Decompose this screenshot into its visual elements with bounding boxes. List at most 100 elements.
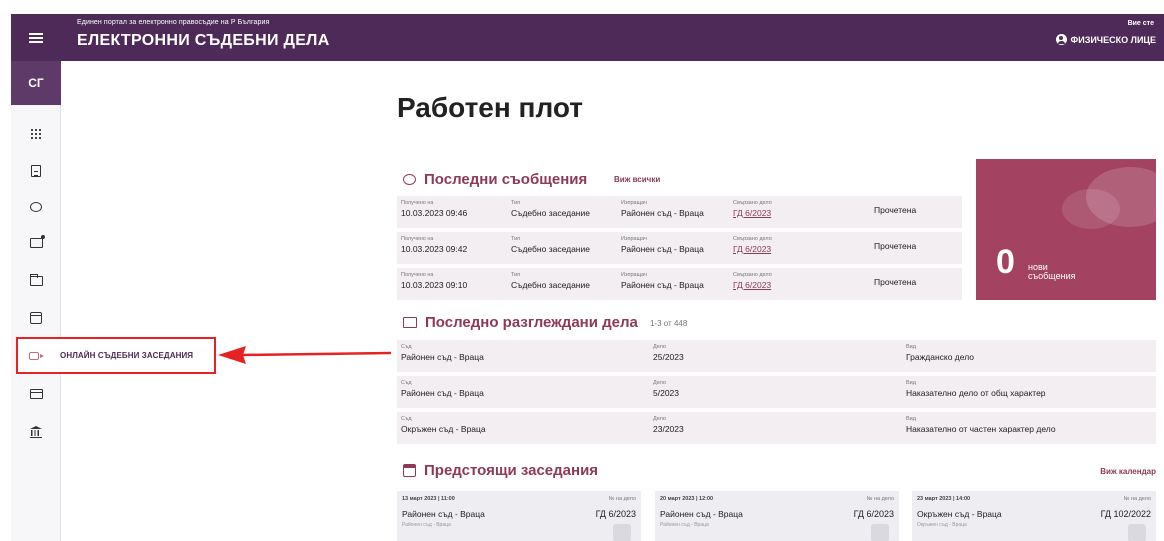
received-cell: Получено на 10.03.2023 09:42: [401, 236, 468, 254]
sidebar-item-messages[interactable]: [11, 192, 61, 222]
hearing-court: Районен съд - Враца: [402, 509, 485, 519]
case-number-cell: Дело 25/2023: [653, 344, 684, 362]
hearing-datetime: 23 март 2023 | 14:00: [917, 496, 971, 502]
hearing-card[interactable]: 13 март 2023 | 11:00 № на дело Районен с…: [397, 491, 641, 541]
user-icon: [1055, 34, 1067, 45]
case-cell: Свързано дело ГД 6/2023: [733, 200, 772, 218]
hearings-section-title: Предстоящи заседания: [403, 462, 598, 479]
status-badge: Прочетена: [874, 277, 917, 287]
chat-bubble-icon: [30, 202, 42, 212]
sidebar-item-courts[interactable]: [11, 417, 61, 447]
case-row[interactable]: Съд Районен съд - Враца Дело 5/2023 Вид Нак…: [397, 376, 1156, 408]
hearings-title-text: Предстоящи заседания: [424, 462, 599, 479]
app-window: Единен портал за електронно правосъдие н…: [0, 0, 1164, 541]
user-prefix: Вие сте: [1127, 20, 1154, 27]
court-cell: Съд Районен съд - Враца: [401, 344, 484, 362]
received-cell: Получено на 10.03.2023 09:10: [401, 272, 468, 290]
message-row[interactable]: Получено на 10.03.2023 09:10 Тип Съдебно з…: [397, 268, 962, 300]
sender-cell: Изпращач Районен съд - Враца: [621, 272, 704, 290]
court-cell: Съд Районен съд - Враца: [401, 380, 484, 398]
sender-cell: Изпращач Районен съд - Враца: [621, 200, 704, 218]
sidebar-item-documents[interactable]: [11, 156, 61, 186]
case-link[interactable]: ГД 6/2023: [733, 208, 772, 218]
hearing-case-number: ГД 6/2023: [595, 509, 636, 519]
hearing-court-small: Окръжен съд - Враца: [917, 522, 967, 528]
cases-title-text: Последно разглеждани дела: [425, 314, 638, 331]
page-title: Работен плот: [397, 92, 584, 123]
folder-icon: [29, 274, 43, 286]
bank-icon: [30, 426, 42, 438]
case-number-label: № на дело: [1123, 496, 1151, 502]
received-cell: Получено на 10.03.2023 09:46: [401, 200, 468, 218]
sidebar-item-calendar[interactable]: [11, 303, 61, 333]
new-messages-label: нови съобщения: [1028, 262, 1076, 281]
hearing-case-number: ГД 102/2022: [1100, 509, 1151, 519]
chat-bubble-icon: [403, 174, 416, 185]
case-row[interactable]: Съд Окръжен съд - Враца Дело 23/2023 Вид На…: [397, 412, 1156, 444]
calendar-icon: [871, 524, 889, 541]
sidebar: СГ: [11, 61, 61, 541]
card-icon: [29, 389, 43, 399]
hamburger-icon: [29, 32, 43, 43]
court-cell: Съд Окръжен съд - Враца: [401, 416, 486, 434]
hearing-case-number: ГД 6/2023: [853, 509, 894, 519]
portal-title[interactable]: ЕЛЕКТРОННИ СЪДЕБНИ ДЕЛА: [77, 32, 330, 50]
hearing-court: Районен съд - Враца: [660, 509, 743, 519]
case-cell: Свързано дело ГД 6/2023: [733, 272, 772, 290]
message-row[interactable]: Получено на 10.03.2023 09:42 Тип Съдебно з…: [397, 232, 962, 264]
new-messages-count: 0: [996, 243, 1015, 281]
hearing-court-small: Районен съд - Враца: [402, 522, 451, 528]
folder-plus-icon: [29, 235, 45, 248]
cases-range: 1-3 от 448: [650, 319, 688, 328]
type-cell: Тип Съдебно заседание: [511, 272, 590, 290]
calendar-icon: [30, 312, 42, 324]
avatar[interactable]: СГ: [11, 61, 61, 105]
hearing-court-small: Районен съд - Враца: [660, 522, 709, 528]
hearing-datetime: 13 март 2023 | 11:00: [402, 496, 455, 502]
case-number-label: № на дело: [608, 496, 636, 502]
messages-title-text: Последни съобщения: [424, 171, 588, 188]
hearing-card[interactable]: 23 март 2023 | 14:00 № на дело Окръжен с…: [912, 491, 1156, 541]
user-role: ФИЗИЧЕСКО ЛИЦЕ: [1070, 34, 1156, 45]
top-bar: Единен портал за електронно правосъдие н…: [11, 14, 1164, 61]
view-all-messages-link[interactable]: Виж всички: [614, 175, 660, 184]
cases-section-title: Последно разглеждани дела: [403, 314, 638, 331]
case-number-cell: Дело 5/2023: [653, 380, 679, 398]
sidebar-item-new-case[interactable]: [11, 228, 61, 258]
calendar-icon: [613, 524, 631, 541]
view-calendar-link[interactable]: Виж календар: [1100, 467, 1156, 476]
document-icon: [31, 165, 41, 177]
video-icon: [29, 351, 44, 360]
new-messages-card[interactable]: 0 нови съобщения: [976, 159, 1156, 300]
case-row[interactable]: Съд Районен съд - Враца Дело 25/2023 Вид Гр…: [397, 340, 1156, 372]
case-number-label: № на дело: [866, 496, 894, 502]
messages-section-title: Последни съобщения: [403, 171, 587, 188]
message-row[interactable]: Получено на 10.03.2023 09:46 Тип Съдебно з…: [397, 196, 962, 228]
grid-icon: [30, 128, 42, 140]
calendar-icon: [1128, 524, 1146, 541]
case-number-cell: Дело 23/2023: [653, 416, 684, 434]
case-cell: Свързано дело ГД 6/2023: [733, 236, 772, 254]
hearing-card[interactable]: 20 март 2023 | 12:00 № на дело Районен с…: [655, 491, 899, 541]
sidebar-item-dashboard[interactable]: [11, 119, 61, 149]
case-kind-cell: Вид Наказателно дело от общ характер: [906, 380, 1046, 398]
status-badge: Прочетена: [874, 241, 917, 251]
case-kind-cell: Вид Наказателно от частен характер дело: [906, 416, 1056, 434]
user-menu[interactable]: ФИЗИЧЕСКО ЛИЦЕ: [1055, 34, 1156, 45]
sidebar-item-online-hearings[interactable]: ОНЛАЙН СЪДЕБНИ ЗАСЕДАНИЯ: [16, 337, 216, 374]
status-badge: Прочетена: [874, 205, 917, 215]
sidebar-item-cases[interactable]: [11, 266, 61, 296]
portal-subtitle: Единен портал за електронно правосъдие н…: [77, 19, 270, 26]
case-link[interactable]: ГД 6/2023: [733, 280, 772, 290]
folder-icon: [403, 317, 417, 328]
chat-bubble-icon: [1062, 189, 1120, 229]
type-cell: Тип Съдебно заседание: [511, 200, 590, 218]
hearing-court: Окръжен съд - Враца: [917, 509, 1002, 519]
online-hearings-label: ОНЛАЙН СЪДЕБНИ ЗАСЕДАНИЯ: [60, 351, 194, 360]
annotation-arrow: [218, 346, 391, 364]
case-kind-cell: Вид Гражданско дело: [906, 344, 974, 362]
sender-cell: Изпращач Районен съд - Враца: [621, 236, 704, 254]
sidebar-item-payments[interactable]: [11, 379, 61, 409]
menu-button[interactable]: [11, 14, 61, 61]
case-link[interactable]: ГД 6/2023: [733, 244, 772, 254]
